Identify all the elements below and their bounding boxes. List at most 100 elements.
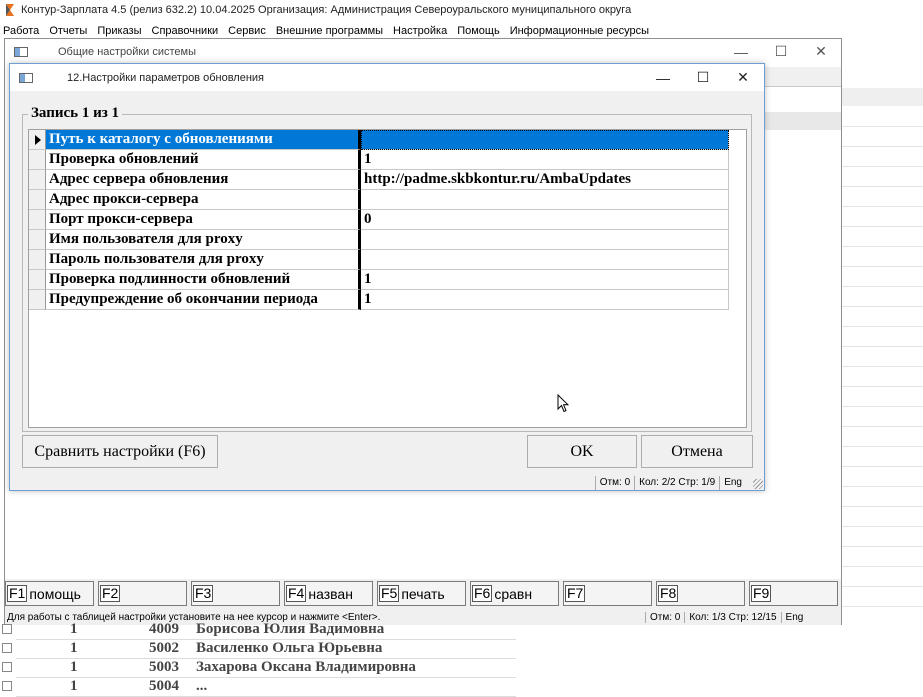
outer-row-line — [842, 466, 923, 467]
row-selector[interactable] — [29, 130, 46, 150]
outer-row-line — [842, 326, 923, 327]
settings-row[interactable]: Адрес сервера обновления http://padme.sk… — [29, 170, 732, 190]
setting-name: Имя пользователя для proxy — [46, 230, 361, 250]
row-name: Борисова Юлия Вадимовна — [196, 621, 385, 637]
row-num: 1 — [70, 621, 78, 637]
table-row[interactable]: 1 4009 Борисова Юлия Вадимовна — [0, 620, 520, 640]
ok-button[interactable]: OK — [527, 435, 637, 468]
row-checkbox[interactable] — [2, 662, 12, 672]
row-selector[interactable] — [29, 290, 46, 310]
outer-row-line — [842, 486, 923, 487]
f8-button[interactable]: F8 — [656, 581, 745, 606]
f3-button[interactable]: F3 — [191, 581, 280, 606]
row-checkbox[interactable] — [2, 643, 12, 653]
setting-value[interactable]: 1 — [361, 290, 729, 310]
table-row[interactable]: 1 5002 Василенко Ольга Юрьевна — [0, 639, 520, 659]
f5-print-button[interactable]: F5 печать — [377, 581, 466, 606]
setting-name: Адрес сервера обновления — [46, 170, 361, 190]
setting-value[interactable] — [361, 230, 729, 250]
app-title: Контур-Зарплата 4.5 (релиз 632.2) 10.04.… — [21, 4, 632, 16]
outer-background-area — [842, 38, 923, 628]
settings-row[interactable]: Адрес прокси-сервера — [29, 190, 732, 210]
bg-window-title: Общие настройки системы — [58, 45, 196, 58]
setting-name: Путь к каталогу с обновлениями — [46, 130, 361, 150]
mouse-pointer-icon — [557, 394, 569, 413]
close-icon[interactable]: ✕ — [799, 39, 843, 64]
settings-row[interactable]: Путь к каталогу с обновлениями — [29, 130, 732, 150]
menu-item-otchety[interactable]: Отчеты — [49, 25, 87, 37]
settings-row[interactable]: Имя пользователя для proxy — [29, 230, 732, 250]
menu-item-spravochniki[interactable]: Справочники — [152, 25, 219, 37]
setting-value[interactable] — [361, 130, 729, 150]
menu-item-servis[interactable]: Сервис — [228, 25, 266, 37]
window-app-icon — [14, 46, 28, 57]
bg-window-row-highlight — [765, 112, 841, 130]
settings-row[interactable]: Проверка подлинности обновлений 1 — [29, 270, 732, 290]
row-num: 1 — [70, 640, 78, 656]
maximize-icon[interactable]: ☐ — [683, 64, 723, 91]
setting-value[interactable]: 1 — [361, 270, 729, 290]
table-row[interactable]: 1 5004 ... — [0, 677, 520, 697]
window-app-icon — [19, 72, 33, 83]
dialog-titlebar: 12.Настройки параметров обновления — ☐ ✕ — [10, 64, 764, 91]
update-settings-dialog: 12.Настройки параметров обновления — ☐ ✕… — [9, 63, 765, 491]
minimize-icon[interactable]: — — [643, 64, 683, 91]
outer-row-line — [842, 146, 923, 147]
row-selector[interactable] — [29, 270, 46, 290]
f4-rename-button[interactable]: F4 назван — [284, 581, 373, 606]
close-icon[interactable]: ✕ — [723, 64, 763, 91]
maximize-icon[interactable]: ☐ — [759, 39, 803, 64]
fkey-key: F5 — [379, 585, 400, 602]
minimize-icon[interactable]: — — [719, 39, 763, 64]
setting-value[interactable]: 1 — [361, 150, 729, 170]
menu-item-prikazy[interactable]: Приказы — [97, 25, 141, 37]
setting-name: Проверка подлинности обновлений — [46, 270, 361, 290]
menu-item-pomosh[interactable]: Помощь — [457, 25, 500, 37]
setting-value[interactable]: 0 — [361, 210, 729, 230]
row-name: ... — [196, 678, 208, 694]
row-selector[interactable] — [29, 150, 46, 170]
f6-compare-button[interactable]: F6 сравн — [470, 581, 559, 606]
table-row[interactable]: 1 5003 Захарова Оксана Владимировна — [0, 658, 520, 678]
setting-value[interactable] — [361, 250, 729, 270]
setting-name: Предупреждение об окончании периода — [46, 290, 361, 310]
settings-row[interactable]: Порт прокси-сервера 0 — [29, 210, 732, 230]
row-selector[interactable] — [29, 210, 46, 230]
row-name: Василенко Ольга Юрьевна — [196, 640, 383, 656]
row-num: 1 — [70, 678, 78, 694]
resize-grip-icon[interactable] — [753, 479, 763, 489]
f2-button[interactable]: F2 — [98, 581, 187, 606]
row-checkbox[interactable] — [2, 681, 12, 691]
row-selector[interactable] — [29, 230, 46, 250]
outer-row-highlight — [842, 88, 923, 106]
setting-value[interactable] — [361, 190, 729, 210]
settings-row[interactable]: Пароль пользователя для proxy — [29, 250, 732, 270]
f1-help-button[interactable]: F1 помощь — [5, 581, 94, 606]
menu-item-nastroika[interactable]: Настройка — [393, 25, 447, 37]
outer-row-line — [842, 566, 923, 567]
menu-item-vneshnie-programmy[interactable]: Внешние программы — [276, 25, 383, 37]
f9-button[interactable]: F9 — [749, 581, 838, 606]
row-selector[interactable] — [29, 170, 46, 190]
settings-row[interactable]: Предупреждение об окончании периода 1 — [29, 290, 732, 310]
compare-settings-button[interactable]: Сравнить настройки (F6) — [22, 435, 218, 468]
row-selector[interactable] — [29, 250, 46, 270]
f7-button[interactable]: F7 — [563, 581, 652, 606]
fkey-key: F4 — [286, 585, 307, 602]
outer-row-line — [842, 286, 923, 287]
outer-row-line — [842, 246, 923, 247]
row-selector[interactable] — [29, 190, 46, 210]
outer-row-line — [842, 426, 923, 427]
outer-row-line — [842, 186, 923, 187]
status-otm: Отм: 0 — [594, 475, 634, 490]
setting-value[interactable]: http://padme.skbkontur.ru/AmbaUpdates — [361, 170, 729, 190]
menu-item-info-resursy[interactable]: Информационные ресурсы — [510, 25, 649, 37]
fkey-key: F3 — [193, 585, 214, 602]
settings-row[interactable]: Проверка обновлений 1 — [29, 150, 732, 170]
settings-grid[interactable]: Путь к каталогу с обновлениями Проверка … — [28, 129, 747, 428]
cancel-button[interactable]: Отмена — [641, 435, 753, 468]
status-lang: Eng — [719, 475, 746, 490]
menu-item-rabota[interactable]: Работа — [3, 25, 39, 37]
fkey-key: F2 — [100, 585, 121, 602]
row-checkbox[interactable] — [2, 624, 12, 634]
